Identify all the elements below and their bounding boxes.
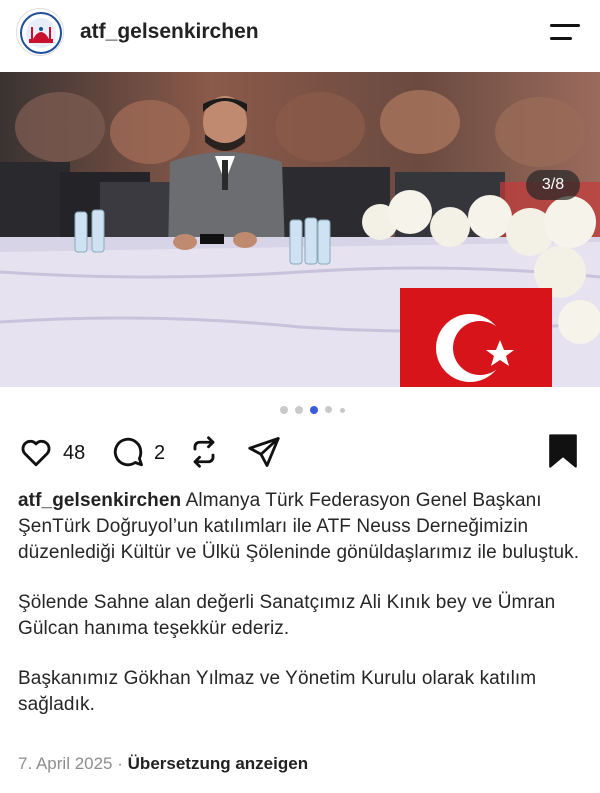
like-button[interactable] (18, 430, 58, 474)
carousel-dot[interactable] (295, 406, 303, 414)
post-caption: atf_gelsenkirchen Almanya Türk Federasyo… (18, 488, 584, 742)
carousel-dot[interactable] (340, 408, 345, 413)
repost-button[interactable] (186, 430, 226, 474)
post-date: 7. April 2025 (18, 754, 113, 773)
repost-icon (193, 436, 215, 468)
caption-paragraph: Şölende Sahne alan değerli Sanatçımız Al… (18, 592, 556, 639)
carousel-dots (0, 404, 600, 416)
comment-button[interactable] (110, 430, 150, 474)
post-image[interactable]: 3/8 (0, 72, 600, 387)
caption-paragraph: Başkanımız Gökhan Yılmaz ve Yönetim Kuru… (18, 668, 537, 715)
footer-separator: · (117, 754, 123, 773)
caption-username[interactable]: atf_gelsenkirchen (18, 490, 181, 511)
comment-count[interactable]: 2 (154, 442, 165, 465)
heart-icon (21, 439, 51, 467)
send-icon (248, 437, 280, 467)
save-button[interactable] (546, 430, 582, 474)
like-count[interactable]: 48 (63, 442, 85, 465)
image-counter-badge: 3/8 (526, 170, 580, 200)
profile-avatar[interactable] (16, 8, 64, 56)
translate-link[interactable]: Übersetzung anzeigen (128, 754, 308, 773)
hamburger-menu-icon[interactable] (548, 18, 584, 46)
bookmark-filled-icon (549, 434, 577, 468)
carousel-dot[interactable] (325, 406, 332, 413)
comment-bubble-icon (113, 437, 143, 467)
carousel-dot-active[interactable] (310, 406, 318, 414)
caption-paragraph: atf_gelsenkirchen Almanya Türk Federasyo… (18, 488, 584, 566)
mosque-logo-icon (20, 12, 62, 54)
post-footer: 7. April 2025 · Übersetzung anzeigen (18, 754, 308, 774)
share-button[interactable] (246, 430, 286, 474)
post-header: atf_gelsenkirchen (0, 0, 600, 66)
event-photo (0, 72, 600, 387)
header-username[interactable]: atf_gelsenkirchen (80, 20, 259, 44)
action-bar: 48 2 (0, 430, 600, 478)
carousel-dot[interactable] (280, 406, 288, 414)
